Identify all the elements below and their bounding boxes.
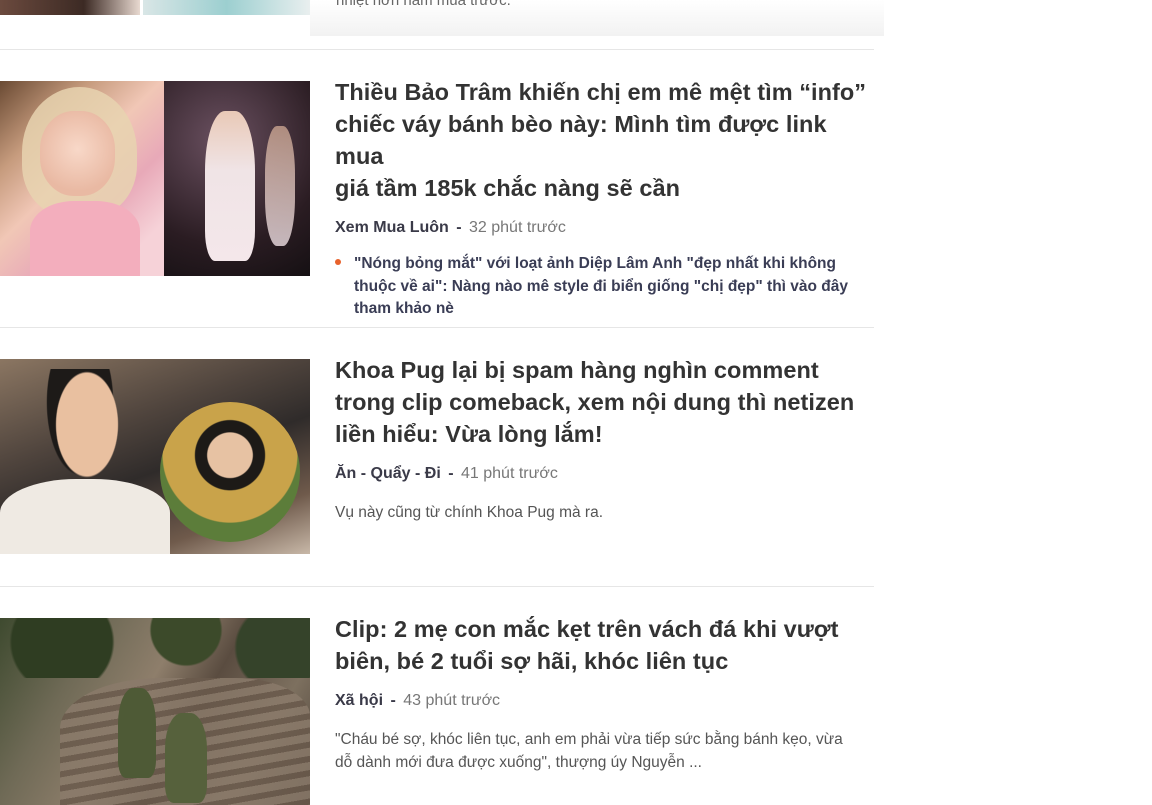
meta-separator: -	[390, 692, 396, 709]
article-content: Thiều Bảo Trâm khiến chị em mê mệt tìm “…	[335, 76, 874, 321]
divider	[0, 327, 874, 328]
divider	[0, 49, 874, 50]
article-thumbnail[interactable]	[0, 618, 310, 805]
article-time: 41 phút trước	[461, 465, 558, 482]
partial-sapo: nhiệt hơn năm mùa trước.	[336, 0, 511, 9]
article-category-link[interactable]: Ăn - Quẩy - Đi	[335, 465, 441, 482]
article-title-line[interactable]: chiếc váy bánh bèo này: Mình tìm được li…	[335, 111, 827, 169]
article-category-link[interactable]: Xã hội	[335, 692, 383, 709]
article-title-line[interactable]: biên, bé 2 tuổi sợ hãi, khóc liên tục	[335, 648, 728, 674]
related-line[interactable]: thuộc về ai": Nàng nào mê style đi biển …	[354, 278, 848, 295]
meta-separator: -	[448, 465, 454, 482]
article-title[interactable]: Thiều Bảo Trâm khiến chị em mê mệt tìm “…	[335, 76, 874, 204]
meta-separator: -	[456, 219, 462, 236]
article-title-line[interactable]: Thiều Bảo Trâm khiến chị em mê mệt tìm “…	[335, 79, 866, 105]
article-thumbnail[interactable]	[0, 81, 310, 276]
partial-thumbnail-right[interactable]	[143, 0, 310, 15]
article-title-line[interactable]: Khoa Pug lại bị spam hàng nghìn comment	[335, 357, 819, 383]
article-category-link[interactable]: Xem Mua Luôn	[335, 219, 449, 236]
article-thumbnail[interactable]	[0, 359, 310, 554]
article-sapo: Vụ này cũng từ chính Khoa Pug mà ra.	[335, 501, 874, 524]
divider	[0, 586, 874, 587]
partial-article: nhiệt hơn năm mùa trước.	[0, 0, 884, 49]
bullet-dot-icon	[335, 259, 341, 265]
related-line[interactable]: "Nóng bỏng mắt" với loạt ảnh Diệp Lâm An…	[354, 255, 836, 272]
sapo-line: "Cháu bé sợ, khóc liên tục, anh em phải …	[335, 731, 843, 748]
article-meta: Xem Mua Luôn - 32 phút trước	[335, 218, 874, 238]
article-time: 43 phút trước	[403, 692, 501, 709]
article-title[interactable]: Khoa Pug lại bị spam hàng nghìn comment …	[335, 354, 874, 450]
article-title-line[interactable]: Clip: 2 mẹ con mắc kẹt trên vách đá khi …	[335, 616, 838, 642]
article-content: Clip: 2 mẹ con mắc kẹt trên vách đá khi …	[335, 613, 874, 774]
article-title-line[interactable]: giá tầm 185k chắc nàng sẽ cần	[335, 175, 680, 201]
sapo-line: Vụ này cũng từ chính Khoa Pug mà ra.	[335, 504, 604, 521]
related-article-link[interactable]: "Nóng bỏng mắt" với loạt ảnh Diệp Lâm An…	[335, 253, 874, 321]
article-content: Khoa Pug lại bị spam hàng nghìn comment …	[335, 354, 874, 524]
related-line[interactable]: tham khảo nè	[354, 300, 454, 317]
article-title-line[interactable]: trong clip comeback, xem nội dung thì ne…	[335, 389, 854, 415]
partial-thumbnail-left[interactable]	[0, 0, 140, 15]
article-title-line[interactable]: liền hiểu: Vừa lòng lắm!	[335, 421, 603, 447]
sapo-line: dỗ dành mới đưa được xuống", thượng úy N…	[335, 754, 702, 771]
article-meta: Ăn - Quẩy - Đi - 41 phút trước	[335, 464, 874, 484]
article-sapo: "Cháu bé sợ, khóc liên tục, anh em phải …	[335, 728, 874, 774]
article-title[interactable]: Clip: 2 mẹ con mắc kẹt trên vách đá khi …	[335, 613, 874, 677]
article-time: 32 phút trước	[469, 219, 566, 236]
article-meta: Xã hội - 43 phút trước	[335, 691, 874, 711]
